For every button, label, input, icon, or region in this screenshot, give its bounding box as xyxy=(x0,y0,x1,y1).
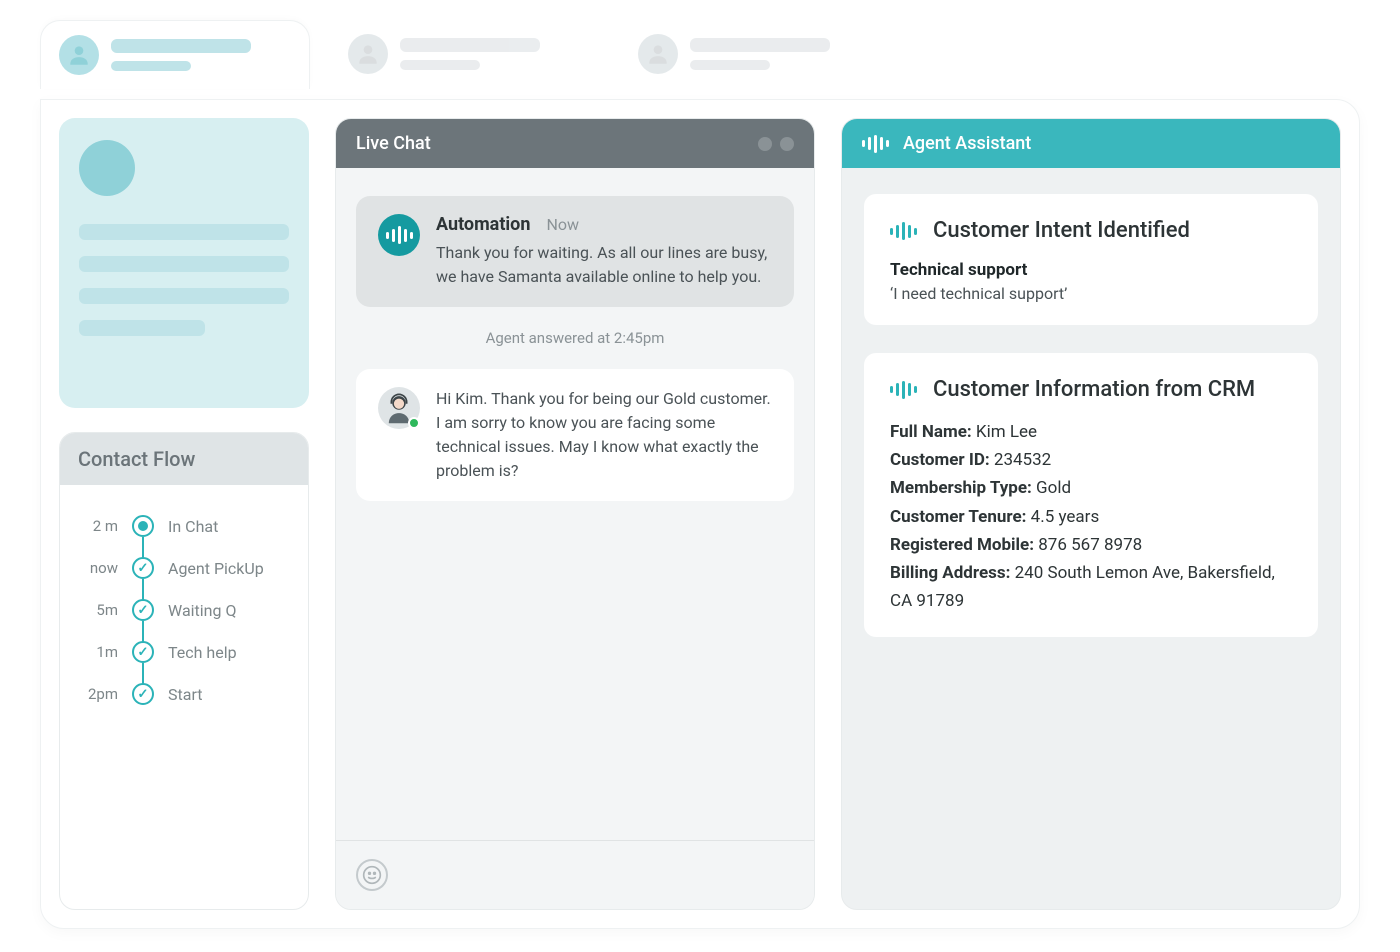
flow-node-check-icon: ✓ xyxy=(132,683,154,705)
chat-input-bar[interactable] xyxy=(336,840,814,909)
assistant-icon xyxy=(862,135,889,153)
chat-system-line: Agent answered at 2:45pm xyxy=(356,325,794,351)
placeholder-line xyxy=(111,61,191,71)
assistant-icon xyxy=(890,381,917,399)
placeholder-line xyxy=(400,38,540,52)
placeholder-line xyxy=(79,288,289,304)
message-time: Now xyxy=(546,215,579,234)
assistant-icon xyxy=(890,222,917,240)
crm-membership: Membership Type: Gold xyxy=(890,474,1292,502)
contact-flow-label: In Chat xyxy=(168,517,218,536)
message-text: Thank you for waiting. As all our lines … xyxy=(436,241,772,289)
placeholder-line xyxy=(400,60,480,70)
live-chat-header: Live Chat xyxy=(336,119,814,168)
agent-assistant-panel: Agent Assistant Customer Intent Identifi… xyxy=(841,118,1341,910)
crm-full-name: Full Name: Kim Lee xyxy=(890,418,1292,446)
message-text: Hi Kim. Thank you for being our Gold cus… xyxy=(436,387,772,483)
conversation-tab-active[interactable] xyxy=(40,20,310,89)
placeholder-line xyxy=(79,224,289,240)
crm-mobile: Registered Mobile: 876 567 8978 xyxy=(890,531,1292,559)
crm-card: Customer Information from CRM Full Name:… xyxy=(864,353,1318,637)
conversation-tab[interactable] xyxy=(620,20,890,88)
contact-flow-title: Contact Flow xyxy=(60,433,308,485)
contact-flow-panel: Contact Flow 2 m In Chat now ✓ Agent PickUp 5… xyxy=(59,432,309,910)
flow-node-current-icon xyxy=(132,515,154,537)
contact-flow-label: Tech help xyxy=(168,643,237,662)
placeholder-line xyxy=(690,38,830,52)
placeholder-line xyxy=(690,60,770,70)
live-chat-panel: Live Chat Automation Now xyxy=(335,118,815,910)
flow-node-check-icon: ✓ xyxy=(132,599,154,621)
crm-card-title: Customer Information from CRM xyxy=(933,375,1255,405)
conversation-tabs xyxy=(40,20,1360,89)
contact-flow-time: 1m xyxy=(76,643,118,661)
chat-message-automation: Automation Now Thank you for waiting. As… xyxy=(356,196,794,307)
contact-flow-time: 5m xyxy=(76,601,118,619)
agent-assistant-title: Agent Assistant xyxy=(903,133,1031,154)
flow-node-check-icon: ✓ xyxy=(132,641,154,663)
contact-flow-time: now xyxy=(76,559,118,577)
crm-customer-id: Customer ID: 234532 xyxy=(890,446,1292,474)
live-chat-title: Live Chat xyxy=(356,133,431,154)
contact-flow-time: 2 m xyxy=(76,517,118,535)
contact-flow-item: 2pm ✓ Start xyxy=(76,673,292,715)
agent-avatar-icon xyxy=(378,387,420,429)
agent-assistant-header: Agent Assistant xyxy=(842,119,1340,168)
crm-billing: Billing Address: 240 South Lemon Ave, Ba… xyxy=(890,559,1292,615)
intent-card-title: Customer Intent Identified xyxy=(933,216,1190,246)
contact-flow-item: now ✓ Agent PickUp xyxy=(76,547,292,589)
contact-flow-item: 5m ✓ Waiting Q xyxy=(76,589,292,631)
message-author: Automation xyxy=(436,214,530,235)
intent-quote: ‘I need technical support’ xyxy=(890,284,1292,303)
contact-flow-item: 1m ✓ Tech help xyxy=(76,631,292,673)
avatar-icon xyxy=(59,35,99,75)
conversation-tab[interactable] xyxy=(330,20,600,88)
automation-icon xyxy=(378,214,420,256)
contact-flow-list: 2 m In Chat now ✓ Agent PickUp 5m ✓ Waiting Q 1m… xyxy=(60,485,308,735)
flow-node-check-icon: ✓ xyxy=(132,557,154,579)
avatar-icon xyxy=(348,34,388,74)
crm-tenure: Customer Tenure: 4.5 years xyxy=(890,503,1292,531)
placeholder-line xyxy=(79,256,289,272)
chat-message-agent: Hi Kim. Thank you for being our Gold cus… xyxy=(356,369,794,501)
intent-card: Customer Intent Identified Technical sup… xyxy=(864,194,1318,325)
placeholder-line xyxy=(111,39,251,53)
emoji-picker-button[interactable] xyxy=(356,859,388,891)
contact-flow-label: Start xyxy=(168,685,202,704)
window-control-dot[interactable] xyxy=(758,137,772,151)
customer-profile-card xyxy=(59,118,309,408)
contact-flow-label: Waiting Q xyxy=(168,601,236,620)
avatar-icon xyxy=(79,140,135,196)
intent-subject: Technical support xyxy=(890,260,1292,280)
avatar-icon xyxy=(638,34,678,74)
contact-flow-label: Agent PickUp xyxy=(168,559,264,578)
placeholder-line xyxy=(79,320,205,336)
presence-indicator-icon xyxy=(408,417,420,429)
contact-flow-time: 2pm xyxy=(76,685,118,703)
contact-flow-item: 2 m In Chat xyxy=(76,505,292,547)
window-control-dot[interactable] xyxy=(780,137,794,151)
